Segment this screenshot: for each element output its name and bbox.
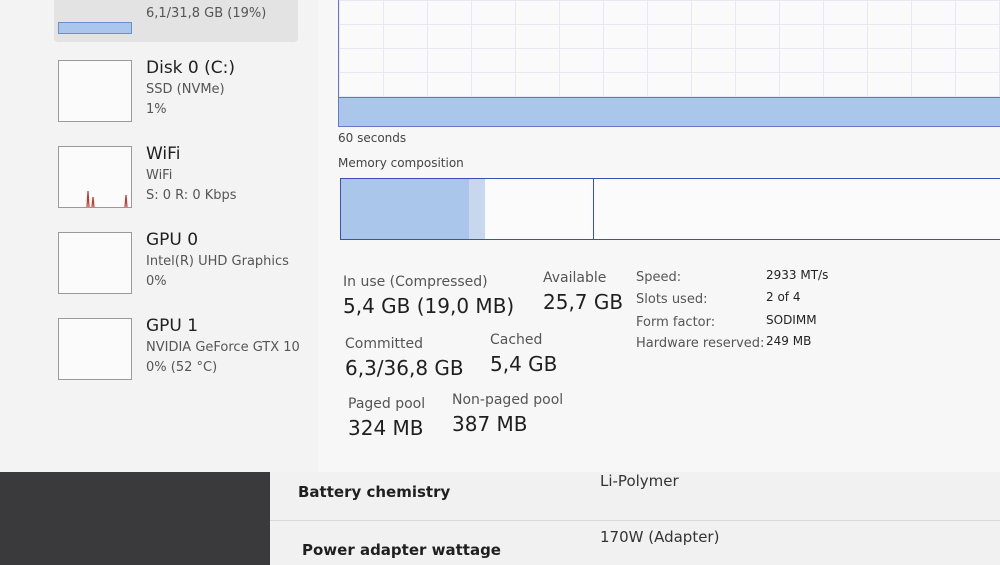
wifi-thumbnail-graph (58, 146, 132, 208)
cached-value: 5,4 GB (490, 352, 558, 376)
sidebar-item-memory-usage: 6,1/31,8 GB (19%) (146, 6, 267, 21)
hardware-reserved-key: Hardware reserved: (636, 336, 765, 351)
available-value: 25,7 GB (543, 290, 624, 314)
graph-time-axis-label: 60 seconds (338, 131, 407, 145)
non-paged-pool-label: Non-paged pool (452, 392, 564, 408)
sidebar-item-gpu0[interactable]: GPU 0 Intel(R) UHD Graphics 0% (54, 218, 310, 304)
battery-settings-panel: Battery chemistry Li-Polymer Power adapt… (270, 472, 1000, 565)
memory-usage-graph (338, 0, 1000, 127)
performance-sidebar: 6,1/31,8 GB (19%) Disk 0 (C:) SSD (NVMe)… (40, 0, 310, 472)
speed-value: 2933 MT/s (766, 268, 829, 282)
sidebar-item-disk0[interactable]: Disk 0 (C:) SSD (NVMe) 1% (54, 46, 310, 132)
non-paged-pool-value: 387 MB (452, 412, 528, 436)
power-adapter-wattage-label: Power adapter wattage (302, 541, 501, 559)
sidebar-item-usage: 0% (52 °C) (146, 360, 218, 375)
settings-row-divider (270, 520, 1000, 521)
form-factor-key: Form factor: (636, 315, 716, 330)
disk-thumbnail-graph (58, 60, 132, 122)
sidebar-item-subtitle: SSD (NVMe) (146, 82, 225, 97)
sidebar-item-memory[interactable]: 6,1/31,8 GB (19%) (54, 0, 298, 42)
sidebar-item-subtitle: WiFi (146, 168, 173, 183)
sidebar-item-usage: 0% (146, 274, 167, 289)
form-factor-value: SODIMM (766, 313, 817, 327)
sidebar-item-title: WiFi (146, 144, 181, 164)
memory-usage-graph-fill (339, 97, 1000, 126)
memory-thumbnail-fill (58, 22, 132, 34)
paged-pool-label: Paged pool (348, 396, 426, 412)
battery-chemistry-value: Li-Polymer (600, 472, 679, 490)
cached-label: Cached (490, 332, 543, 348)
sidebar-item-usage: 1% (146, 102, 167, 117)
gpu0-thumbnail-graph (58, 232, 132, 294)
paged-pool-value: 324 MB (348, 416, 424, 440)
committed-value: 6,3/36,8 GB (345, 356, 464, 380)
power-adapter-wattage-value: 170W (Adapter) (600, 528, 720, 546)
composition-standby-segment[interactable] (485, 179, 594, 239)
composition-modified-segment[interactable] (469, 179, 486, 239)
slots-used-key: Slots used: (636, 292, 708, 307)
hardware-reserved-value: 249 MB (766, 334, 812, 348)
composition-in-use-segment[interactable] (341, 179, 470, 239)
wifi-spikes-icon (86, 190, 128, 207)
speed-key: Speed: (636, 270, 682, 285)
battery-chemistry-label: Battery chemistry (298, 483, 451, 501)
in-use-label: In use (Compressed) (343, 274, 488, 290)
memory-composition-bar[interactable] (340, 178, 1000, 240)
memory-detail-pane: 60 seconds Memory composition In use (Co… (318, 0, 1000, 472)
sidebar-item-title: Disk 0 (C:) (146, 58, 236, 78)
in-use-value: 5,4 GB (19,0 MB) (343, 294, 515, 318)
sidebar-item-subtitle: Intel(R) UHD Graphics (146, 254, 289, 269)
sidebar-item-title: GPU 0 (146, 230, 199, 250)
gpu1-thumbnail-graph (58, 318, 132, 380)
sidebar-item-usage: S: 0 R: 0 Kbps (146, 188, 237, 203)
sidebar-item-wifi[interactable]: WiFi WiFi S: 0 R: 0 Kbps (54, 132, 310, 218)
sidebar-item-gpu1[interactable]: GPU 1 NVIDIA GeForce GTX 10 0% (52 °C) (54, 304, 310, 390)
slots-used-value: 2 of 4 (766, 290, 801, 304)
committed-label: Committed (345, 336, 423, 352)
available-label: Available (543, 270, 607, 286)
memory-composition-label: Memory composition (338, 156, 464, 170)
sidebar-item-subtitle: NVIDIA GeForce GTX 10 (146, 340, 300, 355)
sidebar-item-title: GPU 1 (146, 316, 199, 336)
task-manager-window: 6,1/31,8 GB (19%) Disk 0 (C:) SSD (NVMe)… (0, 0, 1000, 472)
